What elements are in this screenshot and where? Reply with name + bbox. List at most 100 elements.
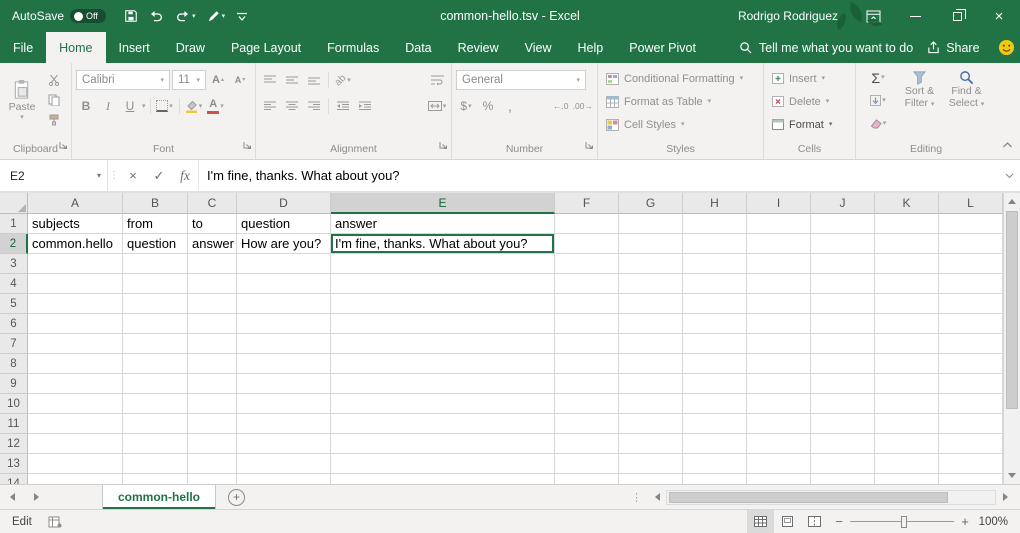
tab-file[interactable]: File	[0, 32, 46, 63]
cell-styles-button[interactable]: Cell Styles ▾	[602, 113, 759, 136]
bold-button[interactable]: B	[76, 96, 96, 117]
row-header-2[interactable]: 2	[0, 234, 28, 254]
cell-E12[interactable]	[331, 434, 555, 454]
cell-G12[interactable]	[619, 434, 683, 454]
fill-button[interactable]: ▾	[860, 90, 896, 111]
cell-E6[interactable]	[331, 314, 555, 334]
font-dialog-launcher[interactable]	[243, 137, 252, 155]
cell-B11[interactable]	[123, 414, 188, 434]
scroll-up-button[interactable]	[1004, 193, 1020, 210]
cell-G6[interactable]	[619, 314, 683, 334]
zoom-level[interactable]: 100%	[976, 516, 1020, 528]
cell-C4[interactable]	[188, 274, 237, 294]
tell-me-search[interactable]: Tell me what you want to do	[739, 32, 913, 63]
cell-B6[interactable]	[123, 314, 188, 334]
tab-insert[interactable]: Insert	[106, 32, 163, 63]
tab-view[interactable]: View	[512, 32, 565, 63]
cut-button[interactable]	[44, 71, 64, 88]
row-header-10[interactable]: 10	[0, 394, 28, 414]
cell-L3[interactable]	[939, 254, 1003, 274]
clear-button[interactable]: ▾	[860, 113, 896, 134]
cell-E9[interactable]	[331, 374, 555, 394]
row-header-5[interactable]: 5	[0, 294, 28, 314]
increase-font-size-button[interactable]: A▴	[208, 70, 228, 91]
font-size-combo[interactable]: 11 ▾	[172, 70, 206, 90]
cell-A12[interactable]	[28, 434, 123, 454]
cell-A13[interactable]	[28, 454, 123, 474]
cell-I3[interactable]	[747, 254, 811, 274]
save-button[interactable]	[124, 9, 138, 23]
zoom-out-button[interactable]: −	[828, 514, 850, 529]
column-header-E[interactable]: E	[331, 193, 555, 214]
clipboard-dialog-launcher[interactable]	[59, 137, 68, 155]
cell-J1[interactable]	[811, 214, 875, 234]
tab-home[interactable]: Home	[46, 32, 105, 63]
cell-I10[interactable]	[747, 394, 811, 414]
copy-button[interactable]	[44, 91, 64, 108]
cell-D8[interactable]	[237, 354, 331, 374]
cell-J10[interactable]	[811, 394, 875, 414]
cell-D5[interactable]	[237, 294, 331, 314]
cell-E10[interactable]	[331, 394, 555, 414]
cell-J13[interactable]	[811, 454, 875, 474]
italic-button[interactable]: I	[98, 96, 118, 117]
cell-B14[interactable]	[123, 474, 188, 484]
borders-button[interactable]: ▾	[155, 96, 175, 117]
tab-review[interactable]: Review	[445, 32, 512, 63]
cell-J11[interactable]	[811, 414, 875, 434]
cell-A8[interactable]	[28, 354, 123, 374]
cell-G4[interactable]	[619, 274, 683, 294]
cell-C7[interactable]	[188, 334, 237, 354]
cell-A9[interactable]	[28, 374, 123, 394]
cell-K6[interactable]	[875, 314, 939, 334]
cell-E14[interactable]	[331, 474, 555, 484]
cell-A11[interactable]	[28, 414, 123, 434]
formula-input[interactable]: I'm fine, thanks. What about you?	[198, 160, 998, 191]
row-header-14[interactable]: 14	[0, 474, 28, 484]
next-sheet-button[interactable]	[24, 485, 48, 509]
tab-formulas[interactable]: Formulas	[314, 32, 392, 63]
maximize-restore-button[interactable]	[936, 0, 978, 32]
horizontal-scroll-track[interactable]	[666, 490, 996, 505]
number-format-combo[interactable]: General ▾	[456, 70, 586, 90]
cell-F2[interactable]	[555, 234, 619, 254]
cell-D11[interactable]	[237, 414, 331, 434]
align-left-button[interactable]	[260, 96, 280, 117]
cell-B2[interactable]: question	[123, 234, 188, 254]
cell-L5[interactable]	[939, 294, 1003, 314]
cell-K4[interactable]	[875, 274, 939, 294]
cell-K2[interactable]	[875, 234, 939, 254]
font-name-combo[interactable]: Calibri ▾	[76, 70, 170, 90]
page-break-preview-button[interactable]	[801, 510, 828, 533]
cell-F11[interactable]	[555, 414, 619, 434]
decrease-decimal-button[interactable]: .00→	[573, 96, 593, 117]
cell-K11[interactable]	[875, 414, 939, 434]
cell-C8[interactable]	[188, 354, 237, 374]
cell-H1[interactable]	[683, 214, 747, 234]
conditional-formatting-button[interactable]: Conditional Formatting ▾	[602, 67, 759, 90]
cell-H10[interactable]	[683, 394, 747, 414]
cell-I1[interactable]	[747, 214, 811, 234]
cell-J7[interactable]	[811, 334, 875, 354]
align-center-button[interactable]	[282, 96, 302, 117]
cell-A4[interactable]	[28, 274, 123, 294]
cell-G14[interactable]	[619, 474, 683, 484]
column-header-L[interactable]: L	[939, 193, 1003, 214]
cell-L10[interactable]	[939, 394, 1003, 414]
cell-D4[interactable]	[237, 274, 331, 294]
cell-G11[interactable]	[619, 414, 683, 434]
merge-center-button[interactable]: ▾	[427, 96, 447, 117]
cell-H8[interactable]	[683, 354, 747, 374]
cell-D12[interactable]	[237, 434, 331, 454]
cell-K8[interactable]	[875, 354, 939, 374]
cell-C11[interactable]	[188, 414, 237, 434]
cell-L1[interactable]	[939, 214, 1003, 234]
cell-H4[interactable]	[683, 274, 747, 294]
tab-draw[interactable]: Draw	[163, 32, 218, 63]
cell-K13[interactable]	[875, 454, 939, 474]
column-header-I[interactable]: I	[747, 193, 811, 214]
cell-G2[interactable]	[619, 234, 683, 254]
underline-button[interactable]: U	[120, 96, 140, 117]
bottom-align-button[interactable]	[304, 70, 324, 91]
cell-F6[interactable]	[555, 314, 619, 334]
